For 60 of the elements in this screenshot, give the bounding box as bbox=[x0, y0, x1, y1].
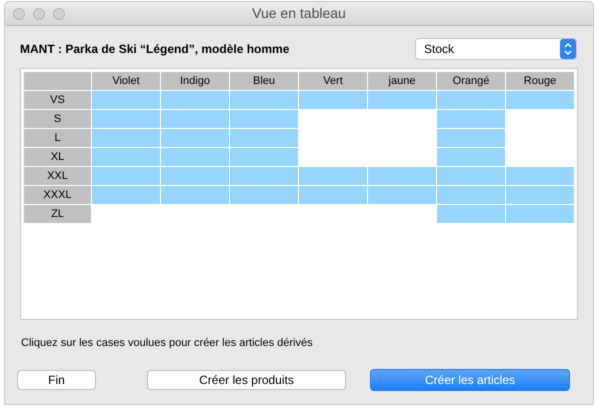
table-cell[interactable] bbox=[506, 205, 574, 223]
stepper-icon bbox=[560, 39, 576, 59]
table-cell[interactable] bbox=[161, 186, 229, 204]
table-cell[interactable] bbox=[230, 91, 298, 109]
row-header: VS bbox=[24, 91, 91, 109]
action-button[interactable]: Fin bbox=[17, 370, 96, 390]
table-cell[interactable] bbox=[92, 91, 160, 109]
column-header: Orangé bbox=[437, 72, 505, 90]
table-cell[interactable] bbox=[230, 167, 298, 185]
column-header: Indigo bbox=[161, 72, 229, 90]
row-header: XXXL bbox=[24, 186, 91, 204]
column-header: Rouge bbox=[506, 72, 574, 90]
row-header: XXL bbox=[24, 167, 91, 185]
table-cell[interactable] bbox=[92, 148, 160, 166]
table-cell[interactable] bbox=[368, 91, 436, 109]
table-cell[interactable] bbox=[437, 186, 505, 204]
window-title: Vue en tableau bbox=[252, 4, 346, 23]
minimize-icon[interactable] bbox=[33, 8, 45, 20]
table-cell[interactable] bbox=[161, 110, 229, 128]
table-cell[interactable] bbox=[92, 129, 160, 147]
table-cell[interactable] bbox=[92, 167, 160, 185]
action-button[interactable]: Créer les produits bbox=[147, 370, 346, 390]
column-header: jaune bbox=[368, 72, 436, 90]
table-cell[interactable] bbox=[161, 129, 229, 147]
table-cell[interactable] bbox=[506, 91, 574, 109]
table-cell[interactable] bbox=[92, 110, 160, 128]
hint-text: Cliquez sur les cases voulues pour créer les articles dérivés bbox=[21, 336, 314, 351]
table-cell[interactable] bbox=[230, 110, 298, 128]
table-cell[interactable] bbox=[437, 110, 505, 128]
table-cell[interactable] bbox=[230, 186, 298, 204]
row-header: L bbox=[24, 129, 91, 147]
table-cell[interactable] bbox=[437, 91, 505, 109]
product-title: MANT : Parka de Ski “Légend”, modèle homme bbox=[20, 41, 290, 58]
zoom-icon[interactable] bbox=[53, 8, 65, 20]
table-cell[interactable] bbox=[368, 167, 436, 185]
table-cell[interactable] bbox=[92, 186, 160, 204]
corner-cell bbox=[24, 72, 91, 90]
table-cell[interactable] bbox=[299, 91, 367, 109]
table-cell[interactable] bbox=[161, 167, 229, 185]
column-header: Violet bbox=[92, 72, 160, 90]
table-cell[interactable] bbox=[368, 186, 436, 204]
table-cell[interactable] bbox=[230, 148, 298, 166]
row-header: XL bbox=[24, 148, 91, 166]
table-cell[interactable] bbox=[506, 167, 574, 185]
table-cell[interactable] bbox=[437, 205, 505, 223]
table-cell[interactable] bbox=[437, 129, 505, 147]
close-icon[interactable] bbox=[13, 8, 25, 20]
column-header: Vert bbox=[299, 72, 367, 90]
table-cell[interactable] bbox=[437, 167, 505, 185]
row-header: S bbox=[24, 110, 91, 128]
table-cell[interactable] bbox=[437, 148, 505, 166]
view-select[interactable]: Stock bbox=[415, 38, 577, 60]
table-cell[interactable] bbox=[161, 148, 229, 166]
table-cell[interactable] bbox=[506, 186, 574, 204]
table-cell[interactable] bbox=[161, 91, 229, 109]
table-cell[interactable] bbox=[299, 186, 367, 204]
table-cell[interactable] bbox=[299, 167, 367, 185]
table-cell[interactable] bbox=[230, 129, 298, 147]
column-header: Bleu bbox=[230, 72, 298, 90]
row-header: ZL bbox=[24, 205, 91, 223]
